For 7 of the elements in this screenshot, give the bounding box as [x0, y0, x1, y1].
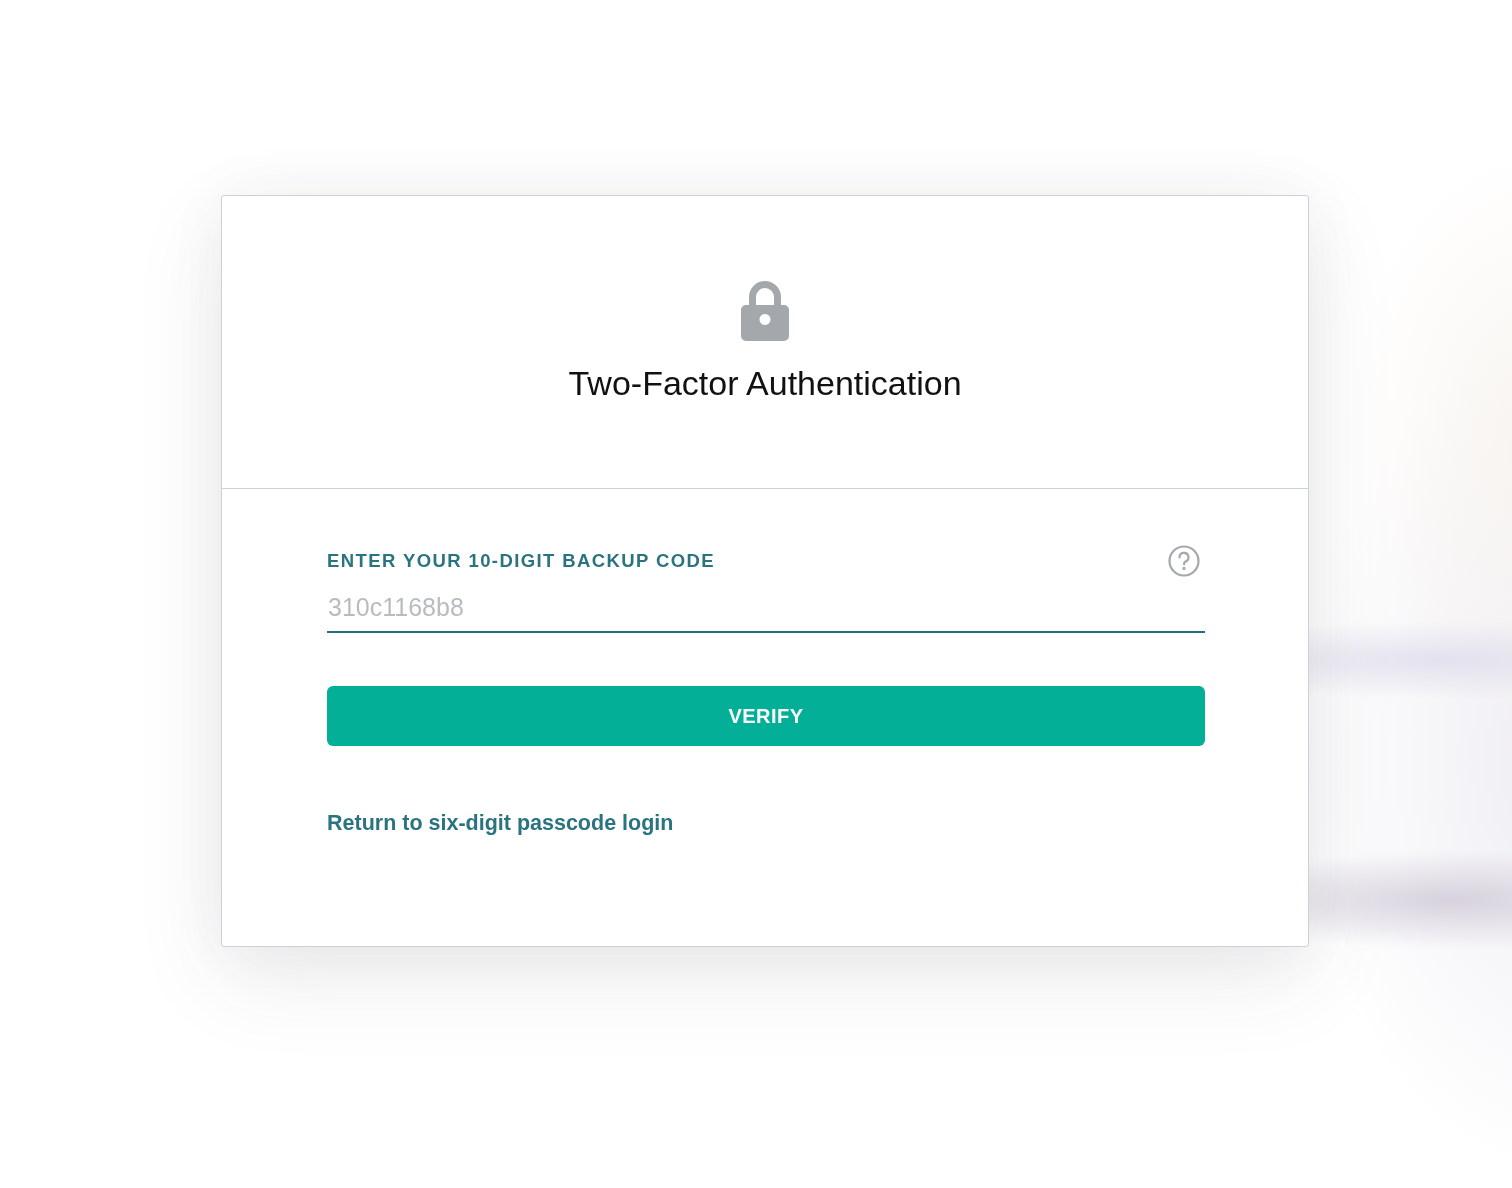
return-link[interactable]: Return to six-digit passcode login: [327, 808, 674, 838]
lock-icon: [741, 279, 789, 341]
help-icon[interactable]: [1168, 545, 1200, 577]
code-input-field[interactable]: 310c1168b8: [327, 589, 1205, 633]
field-label: ENTER YOUR 10-DIGIT BACKUP CODE: [327, 550, 716, 572]
verify-button[interactable]: VERIFY: [327, 686, 1205, 746]
dialog-title: Two-Factor Authentication: [568, 363, 962, 404]
